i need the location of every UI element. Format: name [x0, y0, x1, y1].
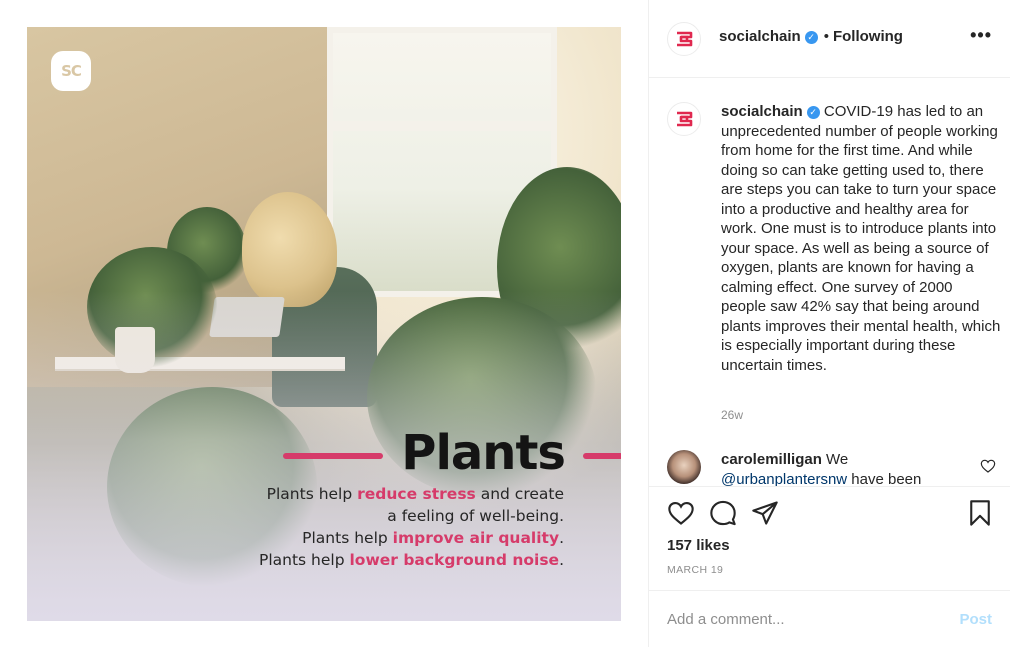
image-text-line: a feeling of well-being. — [259, 505, 564, 527]
image-text-line: Plants help improve air quality. — [259, 527, 564, 549]
comment: carolemilligan We @urbanplantersnw have … — [721, 450, 976, 486]
line-text: a feeling of well-being. — [387, 507, 564, 525]
line-text: Plants help — [258, 551, 350, 569]
post-image[interactable]: SC Plants Plants help reduce stress and … — [27, 27, 621, 621]
brand-logo: SC — [51, 51, 91, 91]
post-side-panel: socialchain ✓ • Following ••• socialchain ✓ … — [648, 0, 1010, 647]
post-header: socialchain ✓ • Following ••• — [649, 0, 1010, 78]
comment-text: We — [826, 451, 849, 468]
line-highlight: improve air quality — [392, 529, 560, 547]
caption-username[interactable]: socialchain — [721, 103, 803, 120]
caption-timestamp[interactable]: 26w — [721, 408, 743, 422]
line-text: and create — [475, 485, 564, 503]
following-button[interactable]: Following — [833, 28, 903, 45]
caption-avatar[interactable] — [667, 102, 701, 136]
more-options-icon[interactable]: ••• — [970, 25, 992, 46]
line-highlight: reduce stress — [357, 485, 476, 503]
line-text: . — [559, 551, 564, 569]
comment-text-after: have been — [847, 470, 922, 487]
socialchain-logo-icon — [677, 31, 693, 47]
comment-mention[interactable]: @urbanplantersnw — [721, 471, 847, 487]
post-date[interactable]: MARCH 19 — [667, 564, 723, 576]
brand-logo-text: SC — [61, 62, 82, 80]
comments-area[interactable]: socialchain ✓ COVID-19 has led to an unpr… — [649, 78, 1010, 486]
verified-badge-icon: ✓ — [804, 31, 818, 44]
line-text: Plants help — [266, 485, 358, 503]
header-username[interactable]: socialchain — [719, 28, 801, 45]
image-text-line: Plants help lower background noise. — [259, 549, 564, 571]
socialchain-logo-icon — [677, 111, 693, 127]
headline-accent-right — [583, 453, 621, 459]
commenter-avatar[interactable] — [667, 450, 701, 484]
image-text-line: Plants help reduce stress and create — [259, 483, 564, 505]
headline-accent-left — [283, 453, 383, 459]
post-comment-button[interactable]: Post — [959, 611, 992, 628]
separator-dot: • — [823, 28, 829, 45]
header-line: socialchain ✓ • Following — [719, 28, 903, 45]
image-text-block: Plants help reduce stress and create a f… — [259, 483, 564, 571]
share-paper-plane-icon[interactable] — [751, 499, 779, 527]
line-highlight: lower background noise — [349, 551, 560, 569]
avatar[interactable] — [667, 22, 701, 56]
comment-username[interactable]: carolemilligan — [721, 451, 822, 468]
post-caption: socialchain ✓ COVID-19 has led to an unpr… — [721, 102, 1001, 375]
comment-bubble-icon[interactable] — [709, 499, 737, 527]
image-headline: Plants — [401, 425, 566, 481]
image-person-hair — [242, 192, 337, 307]
line-text: . — [559, 529, 564, 547]
line-text: Plants help — [302, 529, 393, 547]
like-heart-icon[interactable] — [667, 499, 695, 527]
caption-text: COVID-19 has led to an unprecedented num… — [721, 103, 1001, 374]
add-comment-input[interactable]: Add a comment... — [667, 611, 785, 628]
likes-count[interactable]: 157 likes — [667, 537, 730, 554]
verified-badge-icon: ✓ — [806, 106, 820, 119]
add-comment-bar: Add a comment... Post — [649, 590, 1010, 648]
post-actions: 157 likes MARCH 19 — [649, 486, 1010, 591]
save-bookmark-icon[interactable] — [966, 499, 994, 527]
comment-like-heart-icon[interactable] — [980, 458, 996, 474]
